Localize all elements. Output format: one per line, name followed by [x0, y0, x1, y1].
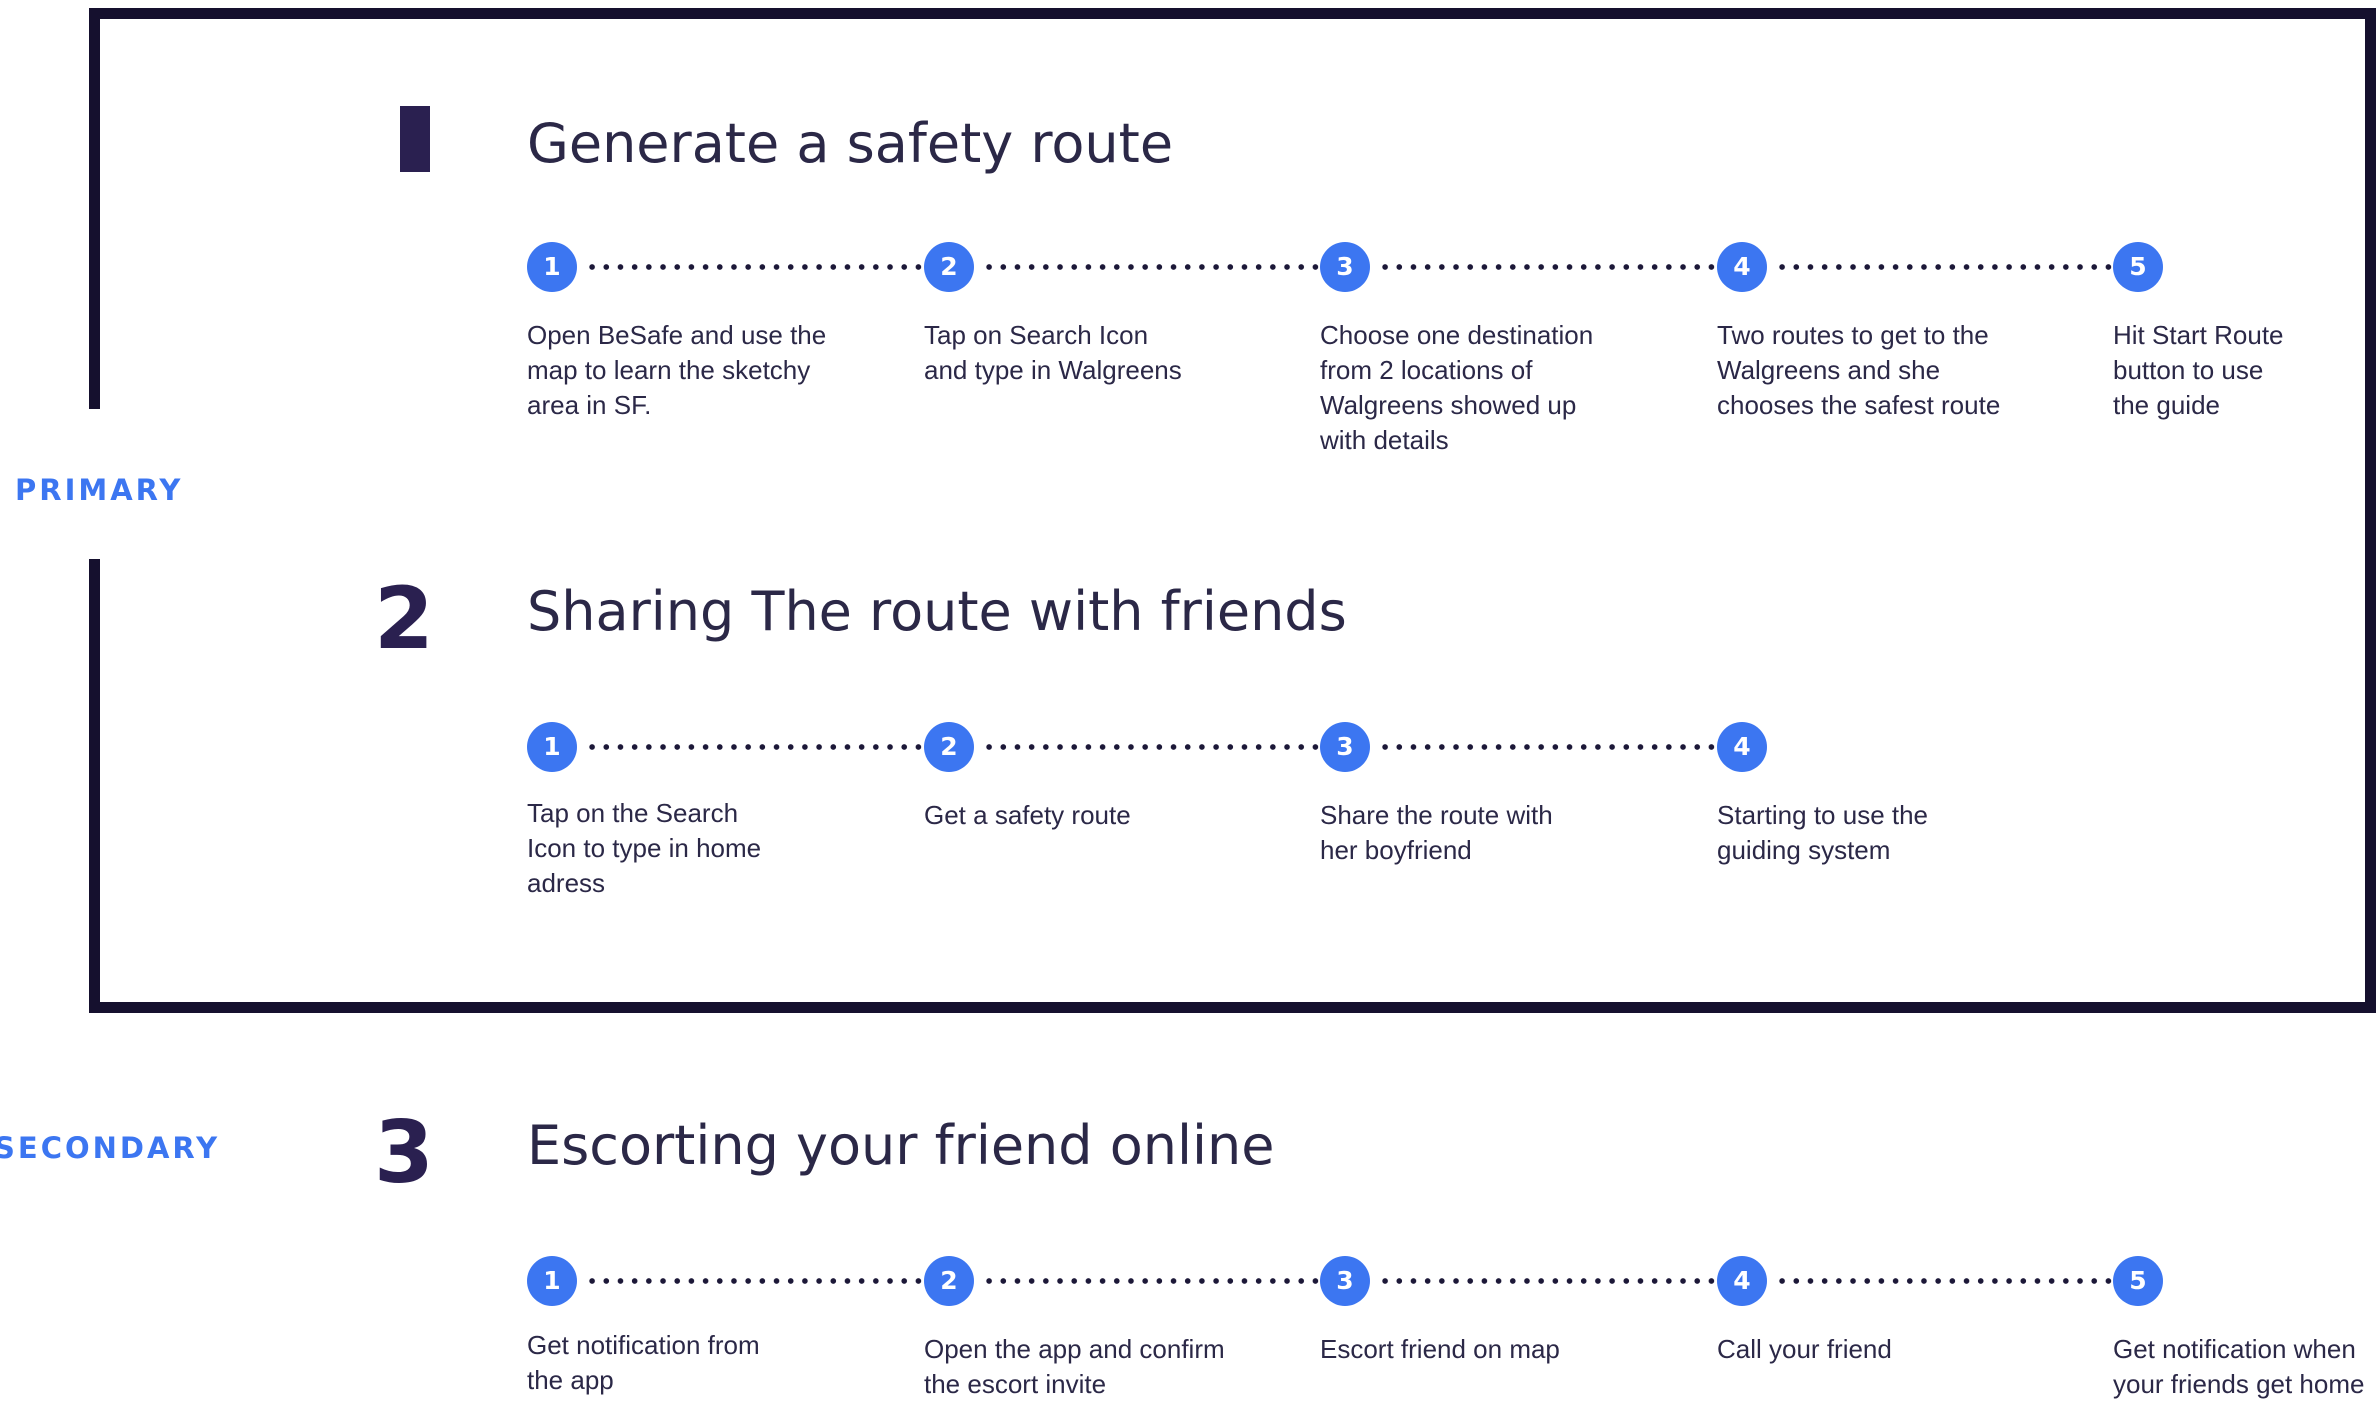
step-connector [982, 744, 1320, 750]
primary-frame-bottom-border [89, 1002, 2376, 1013]
section-3-title: Escorting your friend online [527, 1114, 1275, 1177]
step-description: Get notification when your friends get h… [2113, 1334, 2365, 1399]
primary-frame-right-border [2365, 8, 2376, 1013]
step-description: Get notification from the app [527, 1330, 760, 1395]
step-number-badge: 2 [924, 722, 974, 772]
step-connector [1775, 264, 2113, 270]
step-description: Starting to use the guiding system [1717, 800, 1929, 865]
step-number-badge: 1 [527, 722, 577, 772]
step-connector [982, 264, 1320, 270]
step-description: Hit Start Route button to use the guide [2113, 320, 2284, 420]
step-description: Choose one destination from 2 locations … [1320, 320, 1594, 455]
section-3-steps: 1 2 3 4 5 Get notification from the app … [0, 1256, 2376, 1399]
section-2-steps: 1 2 3 4 Tap on the Search Icon to type i… [0, 722, 2376, 898]
step-number-badge: 4 [1717, 722, 1767, 772]
step-number-badge: 1 [527, 1256, 577, 1306]
step-connector [585, 1278, 923, 1284]
step-connector [982, 1278, 1320, 1284]
step-description: Get a safety route [924, 800, 1131, 830]
section-3-number: 3 [374, 1103, 434, 1203]
step-number-badge: 3 [1320, 1256, 1370, 1306]
step-number-badge: 1 [527, 242, 577, 292]
section-1-title: Generate a safety route [527, 112, 1174, 175]
step-connector [1378, 744, 1716, 750]
section-1-steps: 1 2 3 4 5 Open BeSafe and use the map to… [0, 242, 2376, 455]
secondary-group-label: SECONDARY [0, 1131, 221, 1165]
step-description: Escort friend on map [1320, 1334, 1560, 1364]
step-number-badge: 2 [924, 242, 974, 292]
step-number-badge: 5 [2113, 1256, 2163, 1306]
step-connector [1378, 1278, 1716, 1284]
step-description: Call your friend [1717, 1334, 1892, 1364]
step-number-badge: 3 [1320, 242, 1370, 292]
step-number-badge: 4 [1717, 1256, 1767, 1306]
step-number-badge: 2 [924, 1256, 974, 1306]
step-number-badge: 5 [2113, 242, 2163, 292]
step-connector [1775, 1278, 2113, 1284]
step-description: Open the app and confirm the escort invi… [924, 1334, 1225, 1399]
section-2-number: 2 [374, 569, 434, 669]
step-description: Tap on the Search Icon to type in home a… [527, 798, 762, 898]
step-connector [1378, 264, 1716, 270]
step-connector [585, 744, 923, 750]
primary-frame-top-border [89, 8, 2376, 19]
step-description: Tap on Search Icon and type in Walgreens [924, 320, 1182, 385]
step-description: Open BeSafe and use the map to learn the… [527, 320, 827, 420]
step-number-badge: 3 [1320, 722, 1370, 772]
section-1-number: 1 [400, 106, 430, 172]
section-2-title: Sharing The route with friends [527, 580, 1347, 643]
primary-group-label: PRIMARY [15, 473, 184, 507]
step-number-badge: 4 [1717, 242, 1767, 292]
step-connector [585, 264, 923, 270]
step-description: Share the route with her boyfriend [1320, 800, 1553, 865]
step-description: Two routes to get to the Walgreens and s… [1717, 320, 2001, 420]
